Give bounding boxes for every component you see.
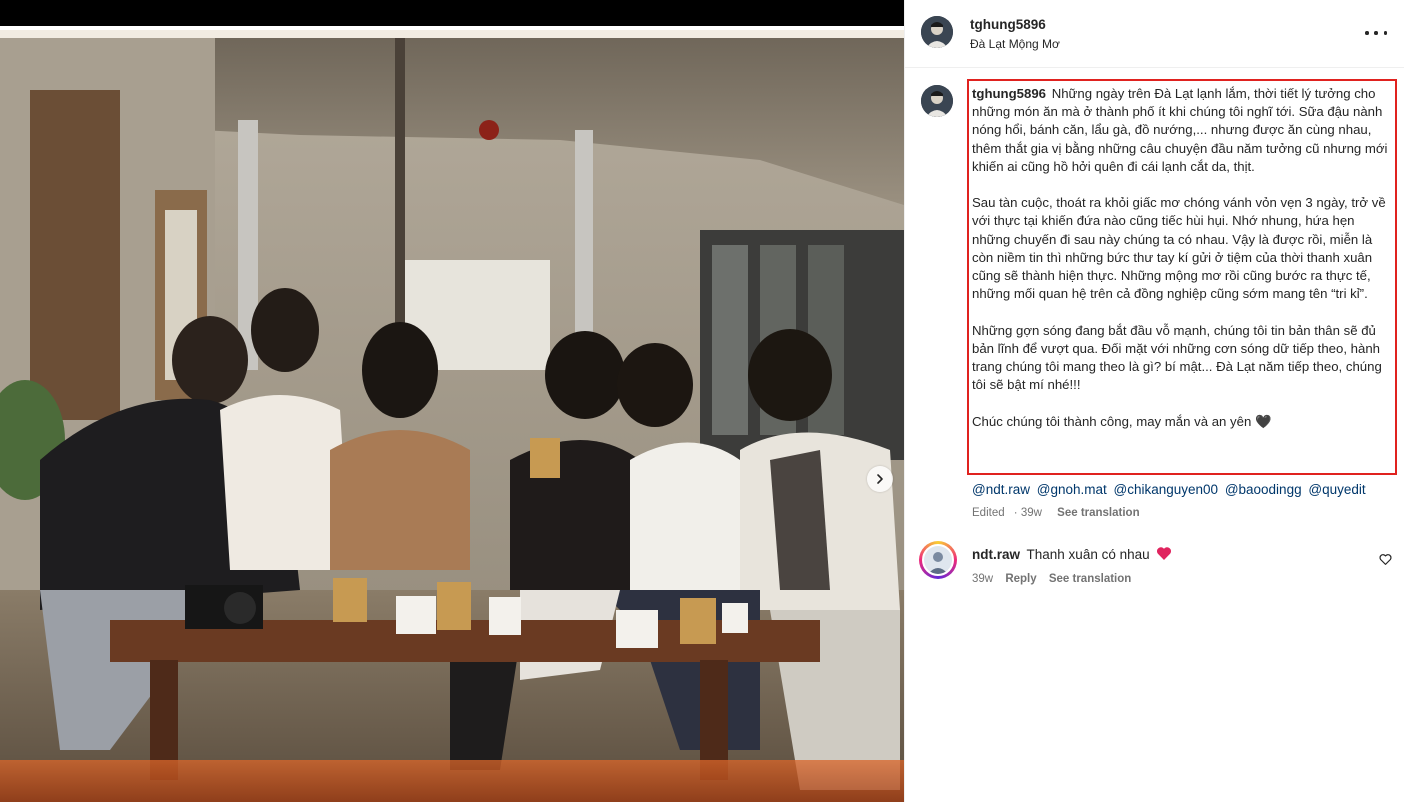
caption-author-avatar[interactable] [921, 85, 953, 117]
post-media-pane [0, 0, 904, 802]
see-translation-link[interactable]: See translation [1057, 507, 1139, 519]
mention-link[interactable]: @gnoh.mat [1037, 482, 1107, 497]
profile-photo-icon [921, 85, 953, 117]
more-horizontal-icon [1365, 31, 1369, 35]
see-translation-link[interactable]: See translation [1049, 573, 1131, 585]
heart-outline-icon [1379, 554, 1392, 565]
next-photo-button[interactable] [867, 466, 893, 492]
post-caption: tghung5896 Những ngày trên Đà Lạt lạnh l… [972, 85, 1392, 431]
reply-button[interactable]: Reply [1005, 573, 1036, 585]
caption-paragraph: Chúc chúng tôi thành công, may mắn và an… [972, 413, 1272, 429]
post-header: tghung5896 Đà Lạt Mộng Mơ [905, 0, 1404, 68]
commenter-avatar[interactable] [922, 544, 954, 576]
caption-username[interactable]: tghung5896 [972, 86, 1046, 101]
comment-age: 39w [972, 573, 994, 585]
chevron-right-icon [877, 474, 883, 484]
post-details-panel: tghung5896 Đà Lạt Mộng Mơ tghung5896 Nhữ… [904, 0, 1404, 802]
photo-illustration [0, 30, 904, 802]
post-photo[interactable] [0, 30, 904, 802]
profile-photo-icon [924, 546, 952, 574]
caption-mentions: @ndt.raw @gnoh.mat @chikanguyen00 @baood… [972, 482, 1369, 497]
mention-link[interactable]: @quyedit [1308, 482, 1365, 497]
media-top-bar [0, 0, 904, 26]
comment-text: Thanh xuân có nhau [1026, 547, 1150, 562]
mention-link[interactable]: @ndt.raw [972, 482, 1030, 497]
more-options-button[interactable] [1365, 24, 1387, 42]
post-location[interactable]: Đà Lạt Mộng Mơ [970, 37, 1060, 51]
profile-photo-icon [921, 16, 953, 48]
more-dot [1374, 31, 1378, 35]
caption-meta: Edited · 39w See translation [972, 507, 1146, 519]
mention-link[interactable]: @baoodingg [1225, 482, 1302, 497]
author-avatar[interactable] [921, 16, 953, 48]
commenter-username[interactable]: ndt.raw [972, 547, 1020, 562]
like-comment-button[interactable] [1379, 553, 1392, 566]
comment: ndt.raw Thanh xuân có nhau [972, 546, 1172, 564]
caption-paragraph: Sau tàn cuộc, thoát ra khỏi giấc mơ chón… [972, 195, 1386, 302]
red-heart-emoji-icon [1156, 546, 1172, 564]
edited-status: Edited [972, 507, 1005, 519]
mention-link[interactable]: @chikanguyen00 [1114, 482, 1219, 497]
caption-paragraph: tghung5896 Những ngày trên Đà Lạt lạnh l… [972, 85, 1392, 176]
edited-label: Edited · 39w [972, 507, 1042, 519]
caption-age: 39w [1020, 507, 1042, 519]
more-dot [1383, 31, 1387, 35]
author-username[interactable]: tghung5896 [970, 17, 1046, 32]
comment-meta: 39w Reply See translation [972, 573, 1140, 585]
caption-paragraph: Những gợn sóng đang bắt đầu vỗ mạnh, chú… [972, 322, 1382, 393]
